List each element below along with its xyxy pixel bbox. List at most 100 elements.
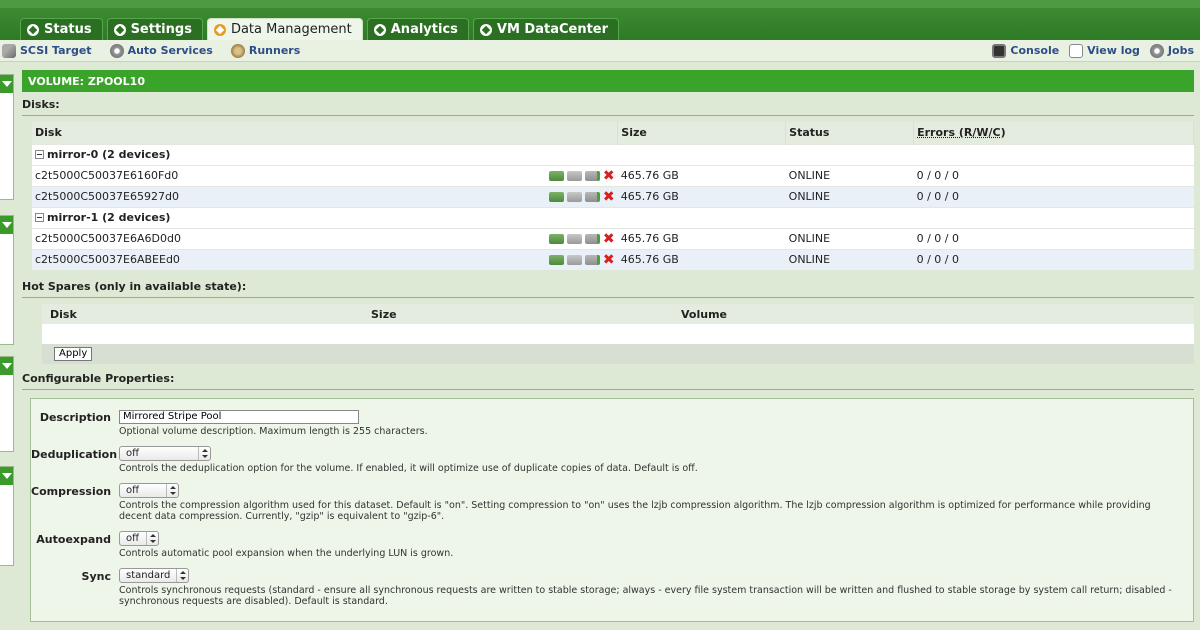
- property-hint: Controls the deduplication option for th…: [119, 462, 698, 474]
- selected-value: off: [126, 532, 140, 544]
- view-log-link[interactable]: View log: [1069, 43, 1140, 58]
- collapse-icon[interactable]: [35, 150, 44, 159]
- disk-size: 465.76 GB: [617, 185, 786, 207]
- disk-size: 465.76 GB: [617, 227, 786, 249]
- tool-icon: [2, 43, 16, 58]
- add-disk-icon[interactable]: [548, 254, 564, 265]
- expand-arrow-icon[interactable]: [0, 357, 13, 375]
- select-arrows-icon: [166, 483, 178, 497]
- property-label: Deduplication: [31, 447, 118, 461]
- tab-analytics[interactable]: Analytics: [366, 18, 469, 40]
- compression-property: Compression off Controls the compression…: [31, 482, 1193, 522]
- diamond-icon: [373, 23, 386, 36]
- disk-name: c2t5000C50037E65927d0: [35, 190, 179, 203]
- subnav-runners[interactable]: Runners: [230, 43, 300, 58]
- sub-toolbar: SCSI Target Auto Services Runners Consol…: [0, 40, 1200, 62]
- remove-icon[interactable]: ✖: [603, 169, 615, 183]
- replace-disk-icon[interactable]: [584, 191, 600, 202]
- gear-icon: [1149, 43, 1164, 58]
- compression-select[interactable]: off: [119, 482, 179, 498]
- expand-arrow-icon[interactable]: [0, 467, 13, 485]
- disk-status: ONLINE: [785, 248, 914, 270]
- disk-errors: 0 / 0 / 0: [913, 164, 1194, 186]
- disks-section-title: Disks:: [22, 92, 1194, 116]
- apply-button[interactable]: Apply: [54, 347, 93, 361]
- selected-value: off: [126, 447, 140, 459]
- column-header[interactable]: Status: [785, 122, 915, 144]
- replace-disk-icon[interactable]: [584, 233, 600, 244]
- column-header[interactable]: Disk: [32, 122, 619, 144]
- sync-select[interactable]: standard: [119, 567, 189, 583]
- disk-icon[interactable]: [566, 233, 582, 244]
- tab-settings[interactable]: Settings: [106, 18, 203, 40]
- column-header[interactable]: Errors (R/W/C): [913, 122, 1194, 144]
- add-disk-icon[interactable]: [548, 170, 564, 181]
- console-link[interactable]: Console: [992, 43, 1059, 58]
- group-label: mirror-0 (2 devices): [47, 148, 171, 161]
- collapse-icon[interactable]: [35, 213, 44, 222]
- side-panel-collapsed[interactable]: [0, 215, 14, 345]
- select-arrows-icon: [176, 568, 188, 582]
- add-disk-icon[interactable]: [548, 233, 564, 244]
- volume-header: VOLUME: ZPOOL10: [22, 70, 1194, 92]
- table-header: Disk Size Status Errors (R/W/C): [32, 122, 1194, 144]
- gear-icon: [109, 43, 124, 58]
- tab-data-management[interactable]: Data Management: [206, 18, 363, 40]
- tab-vm-datacenter[interactable]: VM DataCenter: [472, 18, 620, 40]
- browser-strip: [0, 0, 1200, 8]
- side-panel-collapsed[interactable]: [0, 466, 14, 566]
- jobs-link[interactable]: Jobs: [1149, 43, 1194, 58]
- selected-value: standard: [126, 569, 171, 581]
- disk-status: ONLINE: [785, 185, 914, 207]
- disk-name: c2t5000C50037E6ABEEd0: [35, 253, 180, 267]
- replace-disk-icon[interactable]: [584, 170, 600, 181]
- add-disk-icon[interactable]: [548, 191, 564, 202]
- table-header: Disk Size Volume: [42, 304, 1194, 324]
- diamond-icon: [113, 23, 126, 36]
- tab-status[interactable]: Status: [20, 18, 103, 40]
- deduplication-select[interactable]: off: [119, 445, 211, 461]
- subnav-scsi-target[interactable]: SCSI Target: [2, 43, 92, 58]
- expand-arrow-icon[interactable]: [0, 216, 13, 234]
- remove-icon[interactable]: ✖: [603, 190, 615, 204]
- top-nav-bar: Status Settings Data Management Analytic…: [0, 0, 1200, 40]
- tab-label: Analytics: [390, 22, 458, 37]
- property-label: Sync: [81, 569, 111, 583]
- autoexpand-select[interactable]: off: [119, 530, 159, 546]
- disk-status: ONLINE: [785, 164, 914, 186]
- remove-icon[interactable]: ✖: [603, 253, 615, 267]
- disk-icon[interactable]: [566, 191, 582, 202]
- remove-icon[interactable]: ✖: [603, 232, 615, 246]
- expand-arrow-icon[interactable]: [0, 75, 13, 93]
- column-header[interactable]: Size: [368, 304, 678, 324]
- subnav-label: Auto Services: [127, 44, 213, 57]
- column-header[interactable]: Volume: [678, 304, 1194, 324]
- side-panel-collapsed[interactable]: [0, 356, 14, 452]
- group-row: mirror-1 (2 devices): [32, 206, 1194, 228]
- hot-spares-table: Disk Size Volume: [42, 304, 1194, 344]
- selected-value: off: [126, 484, 140, 496]
- disk-icon[interactable]: [566, 254, 582, 265]
- main-tabs: Status Settings Data Management Analytic…: [20, 18, 620, 40]
- replace-disk-icon[interactable]: [584, 254, 600, 265]
- side-panel-collapsed[interactable]: [0, 74, 14, 200]
- disks-table: Disk Size Status Errors (R/W/C) mirror-0…: [32, 122, 1194, 270]
- disk-errors: 0 / 0 / 0: [913, 227, 1194, 249]
- tab-label: Status: [44, 22, 92, 37]
- description-property: Description Optional volume description.…: [31, 409, 1193, 437]
- column-header[interactable]: Size: [617, 122, 787, 144]
- property-hint: Controls synchronous requests (standard …: [119, 584, 1172, 607]
- table-row: c2t5000C50037E6160Fd0 ✖ 465.76 GB ONLINE…: [32, 164, 1194, 186]
- group-row: mirror-0 (2 devices): [32, 143, 1194, 165]
- row-actions: ✖: [548, 190, 618, 204]
- row-actions: ✖: [548, 232, 618, 246]
- main-content: VOLUME: ZPOOL10 Disks: Disk Size Status …: [22, 70, 1194, 622]
- disk-icon[interactable]: [566, 170, 582, 181]
- tab-label: Data Management: [230, 22, 352, 37]
- deduplication-property: Deduplication off Controls the deduplica…: [31, 445, 1193, 474]
- subnav-auto-services[interactable]: Auto Services: [109, 43, 213, 58]
- disk-status: ONLINE: [785, 227, 914, 249]
- column-header[interactable]: Disk: [42, 304, 368, 324]
- disk-errors: 0 / 0 / 0: [913, 185, 1194, 207]
- description-field[interactable]: [119, 409, 359, 424]
